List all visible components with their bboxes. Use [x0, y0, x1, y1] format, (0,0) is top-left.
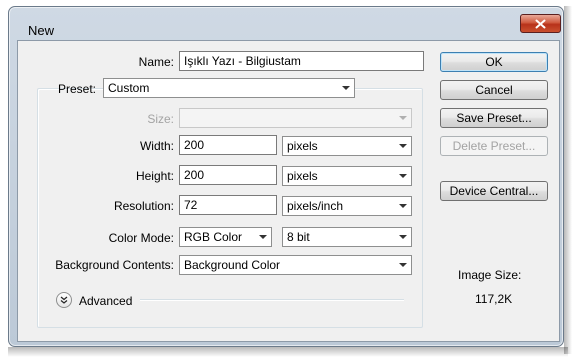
- advanced-toggle-button[interactable]: [56, 292, 72, 308]
- width-unit-value: pixels: [287, 139, 318, 153]
- chevron-down-icon: [342, 86, 350, 90]
- size-label: Size:: [147, 112, 174, 126]
- window-shadow-right: [564, 6, 572, 354]
- close-button[interactable]: [520, 14, 561, 33]
- color-mode-label: Color Mode:: [108, 231, 174, 245]
- chevron-down-icon: [399, 116, 407, 120]
- save-preset-button[interactable]: Save Preset...: [440, 108, 548, 128]
- chevron-down-icon: [399, 174, 407, 178]
- resolution-unit-select[interactable]: pixels/inch: [282, 196, 412, 216]
- chevron-down-icon: [399, 204, 407, 208]
- background-contents-select[interactable]: Background Color: [179, 255, 412, 275]
- preset-select[interactable]: Custom: [103, 78, 355, 98]
- image-size-label: Image Size:: [458, 268, 522, 282]
- color-mode-value: RGB Color: [184, 230, 243, 244]
- bit-depth-select[interactable]: 8 bit: [282, 227, 412, 247]
- chevron-down-icon: [399, 235, 407, 239]
- ok-button[interactable]: OK: [440, 52, 548, 72]
- image-size-value: 117,2K: [475, 292, 513, 306]
- height-input[interactable]: 200: [179, 165, 277, 185]
- close-icon: [535, 19, 546, 28]
- chevron-down-icon: [259, 235, 267, 239]
- chevron-down-icon: [399, 144, 407, 148]
- double-chevron-down-icon: [60, 296, 68, 304]
- height-unit-value: pixels: [287, 169, 318, 183]
- name-label: Name:: [138, 55, 174, 69]
- cancel-button[interactable]: Cancel: [440, 80, 548, 100]
- device-central-button[interactable]: Device Central...: [440, 181, 548, 201]
- resolution-label: Resolution:: [113, 199, 174, 213]
- height-unit-select[interactable]: pixels: [282, 166, 412, 186]
- width-input[interactable]: 200: [179, 135, 277, 155]
- delete-preset-button[interactable]: Delete Preset...: [440, 136, 548, 156]
- background-contents-label: Background Contents:: [55, 258, 174, 272]
- chevron-down-icon: [399, 263, 407, 267]
- bit-depth-value: 8 bit: [287, 230, 310, 244]
- window-shadow-bottom: [8, 347, 568, 357]
- advanced-divider: [140, 299, 404, 301]
- preset-label: Preset:: [58, 82, 97, 96]
- width-label: Width:: [139, 139, 174, 153]
- size-select[interactable]: [179, 108, 412, 128]
- resolution-unit-value: pixels/inch: [287, 199, 344, 213]
- dialog-title: New: [28, 23, 55, 38]
- height-label: Height:: [135, 169, 174, 183]
- advanced-label[interactable]: Advanced: [79, 294, 132, 308]
- background-contents-value: Background Color: [184, 258, 281, 272]
- color-mode-select[interactable]: RGB Color: [179, 227, 272, 247]
- resolution-input[interactable]: 72: [179, 195, 277, 215]
- name-input[interactable]: Işıklı Yazı - Bilgiustam: [179, 51, 424, 71]
- preset-select-value: Custom: [108, 81, 150, 95]
- width-unit-select[interactable]: pixels: [282, 136, 412, 156]
